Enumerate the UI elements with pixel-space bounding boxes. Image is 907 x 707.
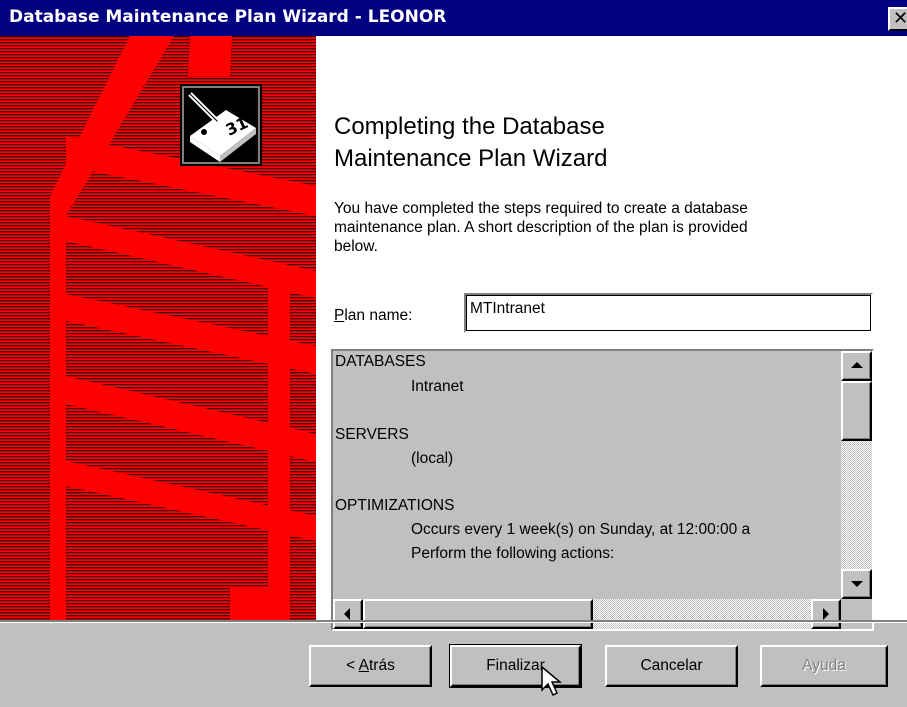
scroll-down-button[interactable] [841,569,872,599]
plan-name-input[interactable] [470,300,850,318]
plan-name-label: Plan name: [334,307,412,325]
summary-line: SERVERS [335,426,409,443]
scrollbar-corner [841,599,872,629]
notepad-pencil-icon: 31 [180,84,262,166]
description-line-1: You have completed the steps required to… [334,200,748,217]
scroll-right-icon [823,608,829,620]
summary-line: OPTIMIZATIONS [335,497,455,514]
plan-name-label-text: lan name: [344,307,413,324]
back-button-label: trás [369,657,395,674]
close-button[interactable]: ✕ [888,7,907,31]
heading-line-2: Maintenance Plan Wizard [334,145,608,172]
summary-line: Occurs every 1 week(s) on Sunday, at 12:… [411,521,751,538]
vertical-scroll-thumb[interactable] [841,381,872,441]
help-button-label: Ayuda [802,657,846,674]
scroll-up-icon [851,362,863,368]
horizontal-scroll-thumb[interactable] [363,599,593,629]
finish-button-label: Finalizar [486,657,545,674]
heading-line-1: Completing the Database [334,113,605,140]
wizard-window: Database Maintenance Plan Wizard - LEONO… [0,0,907,707]
summary-line: (local) [411,450,454,467]
cancel-button[interactable]: Cancelar [605,645,738,687]
summary-line: DATABASES [335,353,426,370]
scroll-left-button[interactable] [333,599,363,629]
description-text: You have completed the steps required to… [334,199,879,256]
scroll-right-button[interactable] [811,599,841,629]
close-icon: ✕ [893,8,907,29]
scroll-up-button[interactable] [841,351,872,381]
wizard-client-area: 31 Completing the Database Maintenance P… [0,36,907,631]
horizontal-scrollbar[interactable] [333,599,841,629]
summary-line: Perform the following actions: [411,545,615,562]
summary-line: Intranet [411,378,464,395]
description-line-2: maintenance plan. A short description of… [334,219,748,236]
plan-name-field[interactable] [464,293,873,333]
cancel-button-label: Cancelar [640,657,703,674]
mouse-pointer-icon [541,665,567,703]
window-title: Database Maintenance Plan Wizard - LEONO… [9,7,447,27]
button-area-divider [0,620,907,623]
back-button-accelerator: A [358,657,369,674]
plan-summary-text: DATABASES Intranet SERVERS (local) OPTIM… [333,351,841,599]
scroll-left-icon [344,608,350,620]
title-bar[interactable]: Database Maintenance Plan Wizard - LEONO… [0,0,907,36]
help-button: Ayuda [760,645,888,687]
back-button-prefix: < [346,657,359,674]
wizard-sidebar-graphic [0,36,316,620]
plan-name-accelerator: P [334,307,345,324]
vertical-scrollbar[interactable] [841,351,872,599]
scroll-down-icon [851,581,863,587]
page-heading: Completing the Database Maintenance Plan… [334,111,894,175]
back-button[interactable]: < Atrás [309,645,432,687]
plan-summary-box[interactable]: DATABASES Intranet SERVERS (local) OPTIM… [331,349,874,631]
description-line-3: below. [334,238,378,255]
